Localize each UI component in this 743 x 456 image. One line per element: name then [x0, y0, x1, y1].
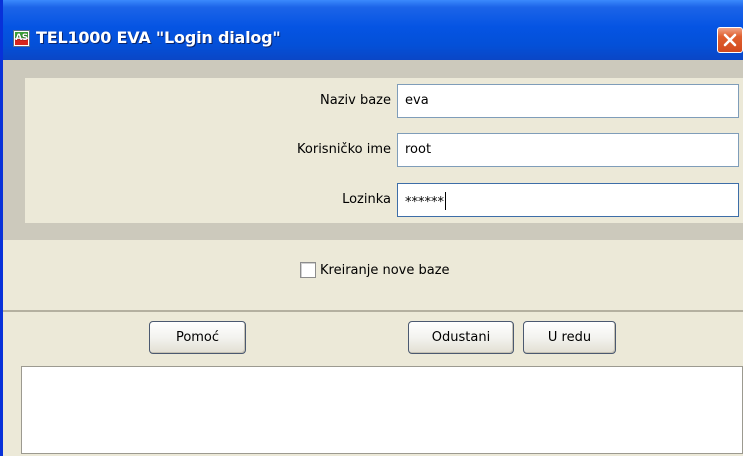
cancel-button[interactable]: Odustani — [408, 321, 514, 354]
username-label: Korisničko ime — [297, 142, 391, 157]
create-new-db-label[interactable]: Kreiranje nove baze — [320, 263, 450, 278]
field-row-username: Korisničko ime root — [25, 133, 743, 169]
create-new-db-checkbox[interactable] — [300, 262, 316, 278]
field-row-database: Naziv baze eva — [25, 84, 743, 120]
text-caret — [445, 192, 446, 210]
ok-button[interactable]: U redu — [523, 321, 616, 354]
button-bar: Pomoć Odustani U redu — [3, 312, 743, 366]
title-bar[interactable]: AS TEL1000 EVA "Login dialog" — [3, 0, 743, 60]
password-input[interactable]: ****** — [397, 183, 739, 217]
password-value: ****** — [405, 195, 444, 210]
database-name-input[interactable]: eva — [397, 84, 739, 118]
close-icon — [723, 33, 737, 47]
message-area — [21, 366, 743, 454]
database-name-label: Naziv baze — [320, 93, 391, 108]
create-new-db-option[interactable]: Kreiranje nove baze — [300, 262, 450, 278]
app-logo-icon: AS — [13, 30, 30, 47]
options-area: Kreiranje nove baze — [3, 240, 743, 310]
username-input[interactable]: root — [397, 133, 739, 167]
login-form: Naziv baze eva Korisničko ime root Lozin… — [25, 78, 743, 223]
close-button[interactable] — [717, 27, 743, 53]
password-label: Lozinka — [342, 192, 391, 207]
help-button[interactable]: Pomoć — [149, 321, 246, 354]
field-row-password: Lozinka ****** — [25, 183, 743, 219]
logo-text: AS — [15, 33, 28, 43]
login-dialog-window: AS TEL1000 EVA "Login dialog" Naziv baze… — [0, 0, 743, 456]
window-title: TEL1000 EVA "Login dialog" — [36, 28, 281, 47]
